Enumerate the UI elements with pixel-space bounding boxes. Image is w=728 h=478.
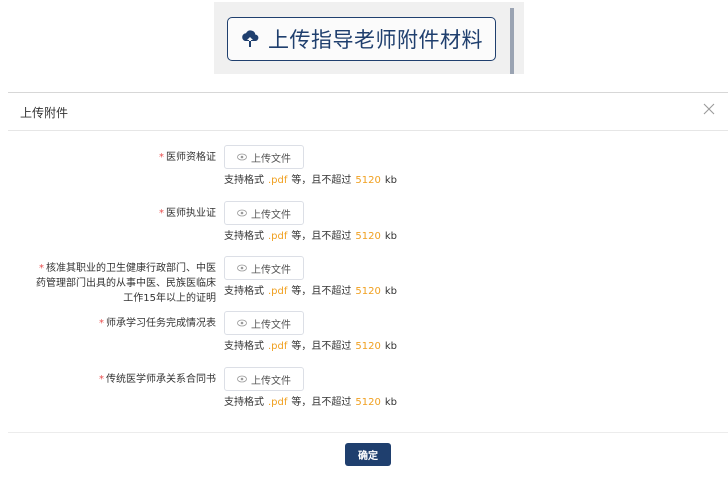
upload-file-button[interactable]: 上传文件 — [224, 367, 304, 391]
cloud-upload-icon — [242, 30, 259, 47]
upload-file-button[interactable]: 上传文件 — [224, 201, 304, 225]
required-mark: * — [99, 318, 104, 329]
close-icon[interactable] — [702, 102, 716, 116]
upload-materials-button[interactable]: 上传指导老师附件材料 — [227, 17, 496, 61]
format-hint: 支持格式 .pdf 等，且不超过 5120 kb — [224, 341, 397, 352]
eye-icon — [237, 375, 247, 383]
eye-icon — [237, 264, 247, 272]
format-hint: 支持格式 .pdf 等，且不超过 5120 kb — [224, 397, 397, 408]
dialog-header: 上传附件 — [8, 93, 728, 131]
upload-dialog: 上传附件 * 医师资格证 上传文件 支持格式 .pdf 等，且不超过 5120 kb * 医… — [8, 92, 728, 473]
divider — [510, 8, 514, 74]
banner-area: 上传指导老师附件材料 — [214, 2, 524, 74]
format-hint: 支持格式 .pdf 等，且不超过 5120 kb — [224, 175, 397, 186]
field-label: * 核准其职业的卫生健康行政部门、中医 药管理部门出具的从事中医、民族医临床 工作… — [36, 263, 216, 304]
required-mark: * — [159, 208, 164, 219]
dialog-title: 上传附件 — [20, 106, 69, 120]
field-label: * 医师执业证 — [159, 208, 216, 219]
eye-icon — [237, 319, 247, 327]
field-label: * 师承学习任务完成情况表 — [99, 318, 216, 329]
eye-icon — [237, 209, 247, 217]
required-mark: * — [39, 263, 44, 274]
upload-file-button[interactable]: 上传文件 — [224, 256, 304, 280]
upload-file-button[interactable]: 上传文件 — [224, 311, 304, 335]
footer-divider — [8, 432, 728, 433]
confirm-button[interactable]: 确定 — [345, 443, 391, 466]
field-label: * 医师资格证 — [159, 152, 216, 163]
field-label: * 传统医学师承关系合同书 — [99, 374, 216, 385]
required-mark: * — [159, 152, 164, 163]
format-hint: 支持格式 .pdf 等，且不超过 5120 kb — [224, 231, 397, 242]
upload-materials-label: 上传指导老师附件材料 — [268, 28, 483, 52]
upload-file-button[interactable]: 上传文件 — [224, 145, 304, 169]
format-hint: 支持格式 .pdf 等，且不超过 5120 kb — [224, 286, 397, 297]
eye-icon — [237, 153, 247, 161]
required-mark: * — [99, 374, 104, 385]
